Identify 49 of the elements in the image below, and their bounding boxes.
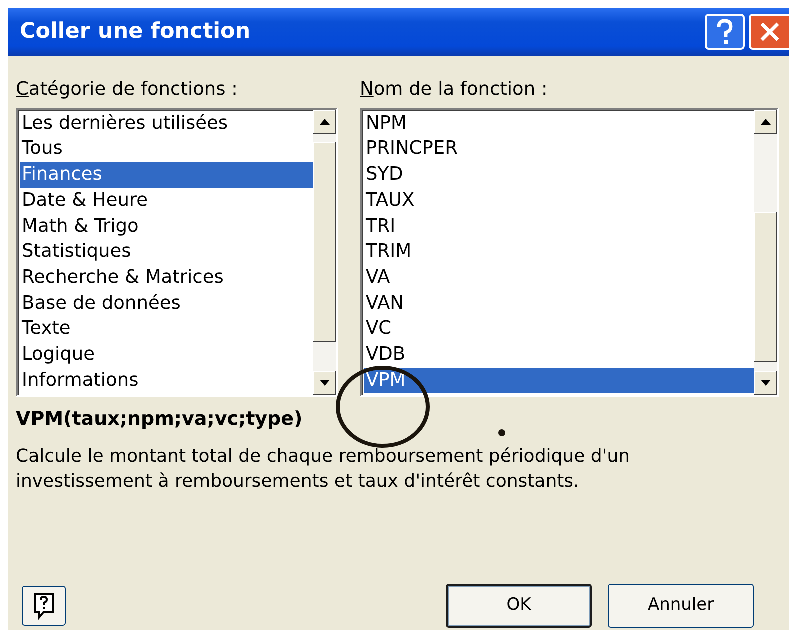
list-item[interactable]: Recherche & Matrices [20,264,313,291]
help-button[interactable] [22,586,66,626]
help-icon [32,592,56,620]
list-item[interactable]: VA [364,264,754,291]
list-item[interactable]: VPM [364,368,754,394]
list-item[interactable]: VDB [364,342,754,368]
scroll-down-button[interactable] [754,370,777,395]
up-arrow-icon [760,118,770,125]
window-title: Coller une fonction [20,18,251,46]
category-label: Catégorie de fonctions : [16,78,239,102]
down-arrow-icon [320,380,330,386]
scroll-down-button[interactable] [313,370,336,395]
up-arrow-icon [320,118,330,125]
dialog-button[interactable]: Annuler [608,584,754,628]
list-item[interactable]: Tous [20,136,313,162]
dot-annotation [498,429,506,437]
scrollbar[interactable] [754,110,777,395]
function-list[interactable]: NPM PRINCPER SYD TAUX TRI TRIM VA VAN VC VDB VPM [360,108,779,397]
list-item[interactable]: TRI [364,214,754,240]
list-item[interactable]: Informations [20,368,313,394]
category-list[interactable]: Les dernières utilisées Tous Finances Date & Heure Math & Trigo Statistiques Recherche & Matrices Base de données Texte Logique Informations [16,108,338,397]
close-button[interactable] [749,14,789,50]
list-item[interactable]: TAUX [364,188,754,214]
list-item[interactable]: Statistiques [20,239,313,265]
scroll-thumb[interactable] [754,212,777,362]
function-description: Calcule le montant total de chaque remboursement périodique d'un investissement à remboursements et taux d'intérêt constants. [16,444,632,494]
scroll-thumb[interactable] [313,142,336,342]
list-item[interactable]: TRIM [364,239,754,265]
list-item[interactable]: Finances [20,162,313,188]
list-item[interactable]: PRINCPER [364,136,754,162]
list-item[interactable]: Logique [20,342,313,368]
list-item[interactable]: Date & Heure [20,188,313,214]
list-item[interactable]: Texte [20,316,313,342]
dialog-button[interactable]: OK [446,584,592,628]
list-item[interactable]: VAN [364,290,754,316]
close-icon [759,21,781,43]
list-item[interactable]: SYD [364,162,754,188]
function-signature: VPM(taux;npm;va;vc;type) [16,406,303,432]
down-arrow-icon [760,380,770,386]
question-icon [715,19,735,45]
scrollbar[interactable] [313,110,336,395]
scroll-up-button[interactable] [754,110,777,134]
function-label: Nom de la fonction : [360,78,549,102]
list-item[interactable]: VC [364,316,754,342]
scroll-up-button[interactable] [313,110,336,134]
list-item[interactable]: Base de données [20,290,313,316]
list-item[interactable]: Math & Trigo [20,214,313,240]
list-item[interactable]: Les dernières utilisées [20,110,313,136]
list-item[interactable]: NPM [364,110,754,136]
